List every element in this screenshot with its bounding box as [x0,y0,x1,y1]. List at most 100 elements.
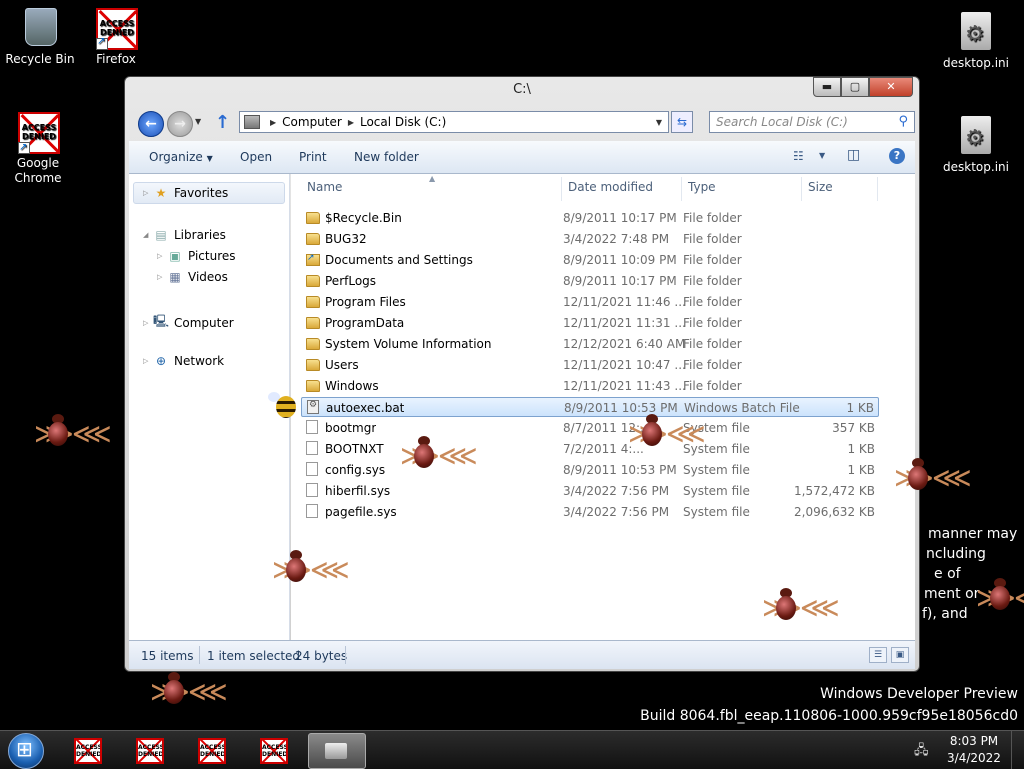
taskbar-app-2[interactable]: ACCESS DENIED [124,733,174,767]
refresh-button[interactable]: ⇆ [671,111,693,133]
nav-item-pictures[interactable]: ▷ ▣ Pictures [157,249,236,263]
file-type: File folder [683,211,742,225]
file-name: autoexec.bat [326,401,405,415]
file-name: hiberfil.sys [325,484,391,498]
file-date-modified: 8/9/2011 10:09 PM [563,253,677,267]
spider-sprite: ⋙⋘ [976,574,1024,622]
chevron-right-icon[interactable]: ▶ [348,118,354,127]
sort-ascending-icon: ▲ [429,174,436,183]
file-name: System Volume Information [325,337,492,351]
file-type: System file [683,505,750,519]
back-button[interactable]: ← [138,111,164,137]
chevron-right-icon[interactable]: ▶ [270,118,276,127]
close-button[interactable]: ✕ [869,77,913,97]
file-row[interactable]: System Volume Information 12/12/2021 6:40… [301,334,879,354]
file-type: File folder [683,274,742,288]
file-type: File folder [683,316,742,330]
file-icon [306,483,318,497]
column-header-date-modified[interactable]: Date modified [568,180,653,202]
details-view-button[interactable]: ☰ [869,647,887,663]
folder-icon [306,317,320,329]
desktop-icon-desktop-ini-1[interactable]: desktop.ini [936,12,1016,70]
print-button[interactable]: Print [299,150,327,164]
file-icon [306,420,318,434]
nav-item-network[interactable]: ▷ ⊕ Network [143,354,224,368]
file-name: Windows [325,379,379,393]
taskbar-app-1[interactable]: ACCESS DENIED [62,733,112,767]
file-row[interactable]: config.sys 8/9/2011 10:53 PM System file 1 … [301,460,879,480]
views-icon[interactable]: ☷ [793,149,804,163]
start-button[interactable] [8,733,44,769]
desktop-icon-firefox[interactable]: ACCESS DENIED Firefox [76,8,156,66]
file-row[interactable]: bootmgr 8/7/2011 12:... System file 357 KB [301,418,879,438]
file-row[interactable]: Users 12/11/2021 10:47 ... File folder [301,355,879,375]
nav-item-libraries[interactable]: ◢ ▤ Libraries [143,228,226,242]
new-folder-button[interactable]: New folder [354,150,419,164]
breadcrumb-computer[interactable]: Computer [282,115,342,129]
file-row[interactable]: $Recycle.Bin 8/9/2011 10:17 PM File folder [301,208,879,228]
address-bar[interactable]: ▶ Computer ▶ Local Disk (C:) ▼ [239,111,669,133]
background-text: ncluding [926,546,986,562]
help-button[interactable]: ? [889,148,905,164]
maximize-button[interactable]: ▢ [841,77,869,97]
minimize-button[interactable]: ▬ [813,77,841,97]
search-icon[interactable]: ⚲ [898,114,908,129]
taskbar-app-4[interactable]: ACCESS DENIED [248,733,298,767]
file-date-modified: 3/4/2022 7:48 PM [563,232,670,246]
desktop-icon-google-chrome[interactable]: ACCESS DENIED Google Chrome [0,112,78,186]
file-row[interactable]: PerfLogs 8/9/2011 10:17 PM File folder [301,271,879,291]
up-arrow-icon[interactable]: ↑ [215,112,230,133]
folder-icon [306,275,320,287]
nav-item-computer[interactable]: ▷ 🖳 Computer [143,312,234,333]
file-row[interactable]: Documents and Settings 8/9/2011 10:09 PM F… [301,250,879,270]
search-input[interactable]: Search Local Disk (C:) ⚲ [709,111,915,133]
system-clock[interactable]: 8:03 PM 3/4/2022 [946,733,1002,767]
taskbar-app-3[interactable]: ACCESS DENIED [186,733,236,767]
network-tray-icon[interactable]: 🖧 [914,741,932,758]
desktop-icon-recycle-bin[interactable]: Recycle Bin [0,8,80,66]
show-desktop-button[interactable] [1011,731,1024,769]
folder-icon [306,212,320,224]
title-bar[interactable]: C:\ ▬ ▢ ✕ [125,77,919,105]
background-text: manner may [928,526,1018,542]
file-row[interactable]: hiberfil.sys 3/4/2022 7:56 PM System file 1… [301,481,879,501]
background-text: e of [934,566,961,582]
shortcut-arrow-icon [96,36,108,50]
recent-pages-dropdown[interactable]: ▼ [195,117,201,126]
file-row[interactable]: Program Files 12/11/2021 11:46 ... File fo… [301,292,879,312]
nav-item-favorites[interactable]: ▷ ★ Favorites [143,186,228,200]
chevron-down-icon[interactable]: ▼ [819,151,825,160]
file-row[interactable]: autoexec.bat8/9/2011 10:53 PMWindows Bat… [301,397,879,417]
selection-size: 24 bytes [295,649,348,663]
column-header-name[interactable]: Name [307,180,342,202]
taskbar-explorer-button[interactable] [308,733,366,769]
recycle-bin-icon [25,8,57,46]
file-size: 1 KB [846,401,874,415]
file-icon [306,504,318,518]
videos-icon: ▦ [169,270,181,284]
chevron-down-icon[interactable]: ▼ [656,118,662,127]
file-row[interactable]: BOOTNXT 7/2/2011 4:... System file 1 KB [301,439,879,459]
file-row[interactable]: pagefile.sys 3/4/2022 7:56 PM System file 2… [301,502,879,522]
navigation-pane: ▷ ★ Favorites ◢ ▤ Libraries ▷ ▣ Pictures ▷ ▦ Vid… [129,174,290,640]
file-name: config.sys [325,463,386,477]
spider-sprite: ⋙⋘ [400,432,478,480]
nav-item-videos[interactable]: ▷ ▦ Videos [157,270,228,284]
breadcrumb-local-disk[interactable]: Local Disk (C:) [360,115,446,129]
file-row[interactable]: BUG32 3/4/2022 7:48 PM File folder [301,229,879,249]
spider-sprite: ⋙⋘ [628,410,706,458]
file-size: 1 KB [847,442,875,456]
column-header-type[interactable]: Type [688,180,716,202]
file-row[interactable]: Windows 12/11/2021 11:43 ... File folder [301,376,879,396]
file-name: Program Files [325,295,406,309]
file-name: BUG32 [325,232,367,246]
file-date-modified: 8/9/2011 10:17 PM [563,211,677,225]
desktop-icon-desktop-ini-2[interactable]: desktop.ini [936,116,1016,174]
open-button[interactable]: Open [240,150,272,164]
large-icons-view-button[interactable]: ▣ [891,647,909,663]
column-header-size[interactable]: Size [808,180,833,202]
preview-pane-icon[interactable]: ◫ [847,147,860,163]
organize-button[interactable]: Organize ▼ [149,150,213,164]
file-row[interactable]: ProgramData 12/11/2021 11:31 ... File fold… [301,313,879,333]
forward-button[interactable]: → [167,111,193,137]
